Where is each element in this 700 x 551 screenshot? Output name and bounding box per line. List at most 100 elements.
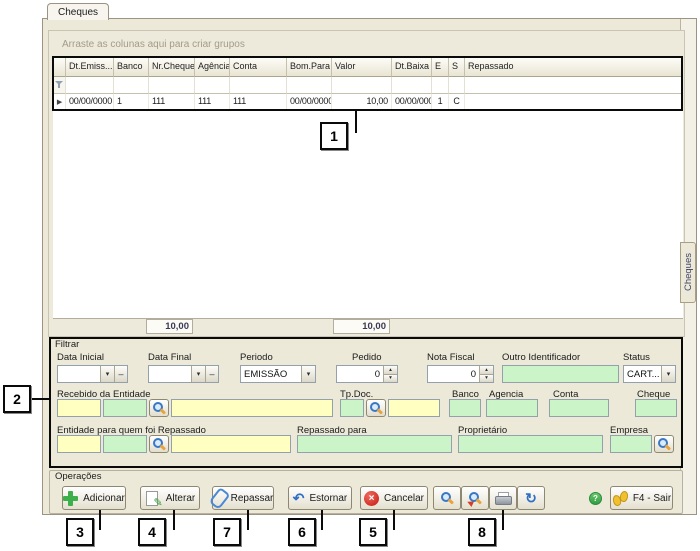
refresh-button[interactable]: ↻: [517, 486, 545, 510]
outro-identificador-input[interactable]: [502, 365, 619, 383]
col-header-s[interactable]: S: [449, 58, 465, 77]
grid-empty-area: [53, 111, 683, 318]
col-header-banco[interactable]: Banco: [114, 58, 149, 77]
callout-3-line: [99, 510, 101, 530]
recebido-search-button[interactable]: [149, 399, 169, 417]
nota-fiscal-stepper[interactable]: 0 ▴ ▾: [427, 365, 494, 383]
conta-input[interactable]: [549, 399, 609, 417]
entidade-repassado-search-button[interactable]: [149, 435, 169, 453]
data-final-field[interactable]: ▾ –: [148, 365, 219, 383]
repassar-button[interactable]: Repassar: [212, 486, 274, 510]
cheque-input[interactable]: [635, 399, 677, 417]
col-header-nr-cheque[interactable]: Nr.Cheque: [149, 58, 195, 77]
pedido-stepper[interactable]: 0 ▴ ▾: [336, 365, 398, 383]
printer-icon: [495, 492, 512, 505]
alterar-button[interactable]: ✎ Alterar: [140, 486, 200, 510]
col-header-bom-para[interactable]: Bom.Para: [287, 58, 332, 77]
cancel-x-icon: ×: [364, 491, 379, 506]
col-header-dt-baixa[interactable]: Dt.Baixa: [392, 58, 432, 77]
callout-2: 2: [3, 385, 31, 413]
tp-doc-id-input[interactable]: [340, 399, 364, 417]
col-header-dt-emiss[interactable]: Dt.Emiss...: [66, 58, 114, 77]
cell-s: C: [449, 94, 465, 109]
edit-note-icon: ✎: [145, 491, 161, 506]
status-select[interactable]: CART... ▾: [623, 365, 676, 383]
tab-cheques[interactable]: Cheques: [47, 3, 109, 20]
search-icon: [153, 402, 165, 414]
chevron-down-icon[interactable]: ▾: [100, 366, 114, 382]
repassar-label: Repassar: [231, 493, 274, 504]
f4-sair-label: F4 - Sair: [633, 493, 671, 504]
search-remove-button[interactable]: [461, 486, 489, 510]
cancelar-button[interactable]: × Cancelar: [360, 486, 428, 510]
funnel-icon: [55, 81, 64, 89]
spin-down-icon[interactable]: ▾: [384, 375, 397, 383]
search-button[interactable]: [433, 486, 461, 510]
empresa-input[interactable]: [610, 435, 652, 453]
periodo-select[interactable]: EMISSÃO ▾: [240, 365, 316, 383]
filter-title: Filtrar: [55, 339, 79, 350]
grid-filter-row[interactable]: [54, 77, 681, 94]
spin-up-icon[interactable]: ▴: [480, 366, 493, 375]
label-status: Status: [623, 352, 650, 363]
refresh-icon: ↻: [525, 491, 537, 505]
f4-sair-button[interactable]: F4 - Sair: [610, 486, 673, 510]
search-icon: [658, 438, 670, 450]
label-data-final: Data Final: [148, 352, 191, 363]
estornar-label: Estornar: [309, 493, 347, 504]
spin-up-icon[interactable]: ▴: [384, 366, 397, 375]
callout-7-line: [247, 510, 249, 530]
col-header-repassado[interactable]: Repassado: [465, 58, 681, 77]
callout-8-line: [502, 510, 504, 530]
undo-arrow-icon: ↶: [293, 491, 305, 505]
callout-5-line: [393, 510, 395, 530]
repassado-para-input[interactable]: [297, 435, 452, 453]
adicionar-button[interactable]: Adicionar: [62, 486, 126, 510]
side-tab-cheques[interactable]: Cheques: [680, 242, 696, 303]
entidade-repassado-nome-input[interactable]: [171, 435, 291, 453]
tp-doc-nome-input[interactable]: [388, 399, 440, 417]
chevron-down-icon[interactable]: ▾: [301, 366, 315, 382]
recebido-nome-input[interactable]: [171, 399, 333, 417]
label-data-inicial: Data Inicial: [57, 352, 104, 363]
operations-title: Operações: [55, 471, 101, 482]
spin-down-icon[interactable]: ▾: [480, 375, 493, 383]
grid-corner-cell: [54, 58, 66, 77]
label-outro-identificador: Outro Identificador: [502, 352, 580, 363]
entidade-repassado-codigo-input[interactable]: [57, 435, 101, 453]
chevron-down-icon[interactable]: ▾: [661, 366, 675, 382]
data-inicial-field[interactable]: ▾ –: [57, 365, 128, 383]
label-periodo: Periodo: [240, 352, 273, 363]
estornar-button[interactable]: ↶ Estornar: [288, 486, 352, 510]
label-pedido: Pedido: [352, 352, 382, 363]
banco-input[interactable]: [449, 399, 481, 417]
tp-doc-search-button[interactable]: [366, 399, 386, 417]
col-header-agencia[interactable]: Agência: [195, 58, 230, 77]
proprietario-input[interactable]: [458, 435, 603, 453]
callout-8: 8: [468, 518, 496, 546]
clear-date-button[interactable]: –: [205, 366, 218, 382]
help-button[interactable]: ?: [589, 492, 602, 505]
search-remove-icon: [469, 492, 481, 504]
spinner-buttons[interactable]: ▴ ▾: [383, 366, 397, 382]
print-button[interactable]: [489, 486, 517, 510]
cell-nr-cheque: 111: [149, 94, 195, 109]
cell-repassado: [465, 94, 681, 109]
grid-header-row: Dt.Emiss... Banco Nr.Cheque Agência Cont…: [54, 58, 681, 77]
spinner-buttons[interactable]: ▴ ▾: [479, 366, 493, 382]
grid-data-row[interactable]: ▶ 00/00/0000 1 111 111 111 00/00/0000 10…: [54, 94, 681, 109]
col-header-valor[interactable]: Valor: [332, 58, 392, 77]
clear-date-button[interactable]: –: [114, 366, 127, 382]
entidade-repassado-id-input[interactable]: [103, 435, 147, 453]
agencia-input[interactable]: [486, 399, 538, 417]
col-header-conta[interactable]: Conta: [230, 58, 287, 77]
chevron-down-icon[interactable]: ▾: [191, 366, 205, 382]
col-header-e[interactable]: E: [432, 58, 449, 77]
summary-valor: 10,00: [333, 319, 390, 334]
recebido-id-input[interactable]: [103, 399, 147, 417]
recebido-codigo-input[interactable]: [57, 399, 101, 417]
empresa-search-button[interactable]: [654, 435, 674, 453]
callout-5: 5: [359, 518, 387, 546]
tab-cheques-label: Cheques: [58, 7, 98, 18]
row-arrow-icon: ▶: [57, 98, 62, 106]
